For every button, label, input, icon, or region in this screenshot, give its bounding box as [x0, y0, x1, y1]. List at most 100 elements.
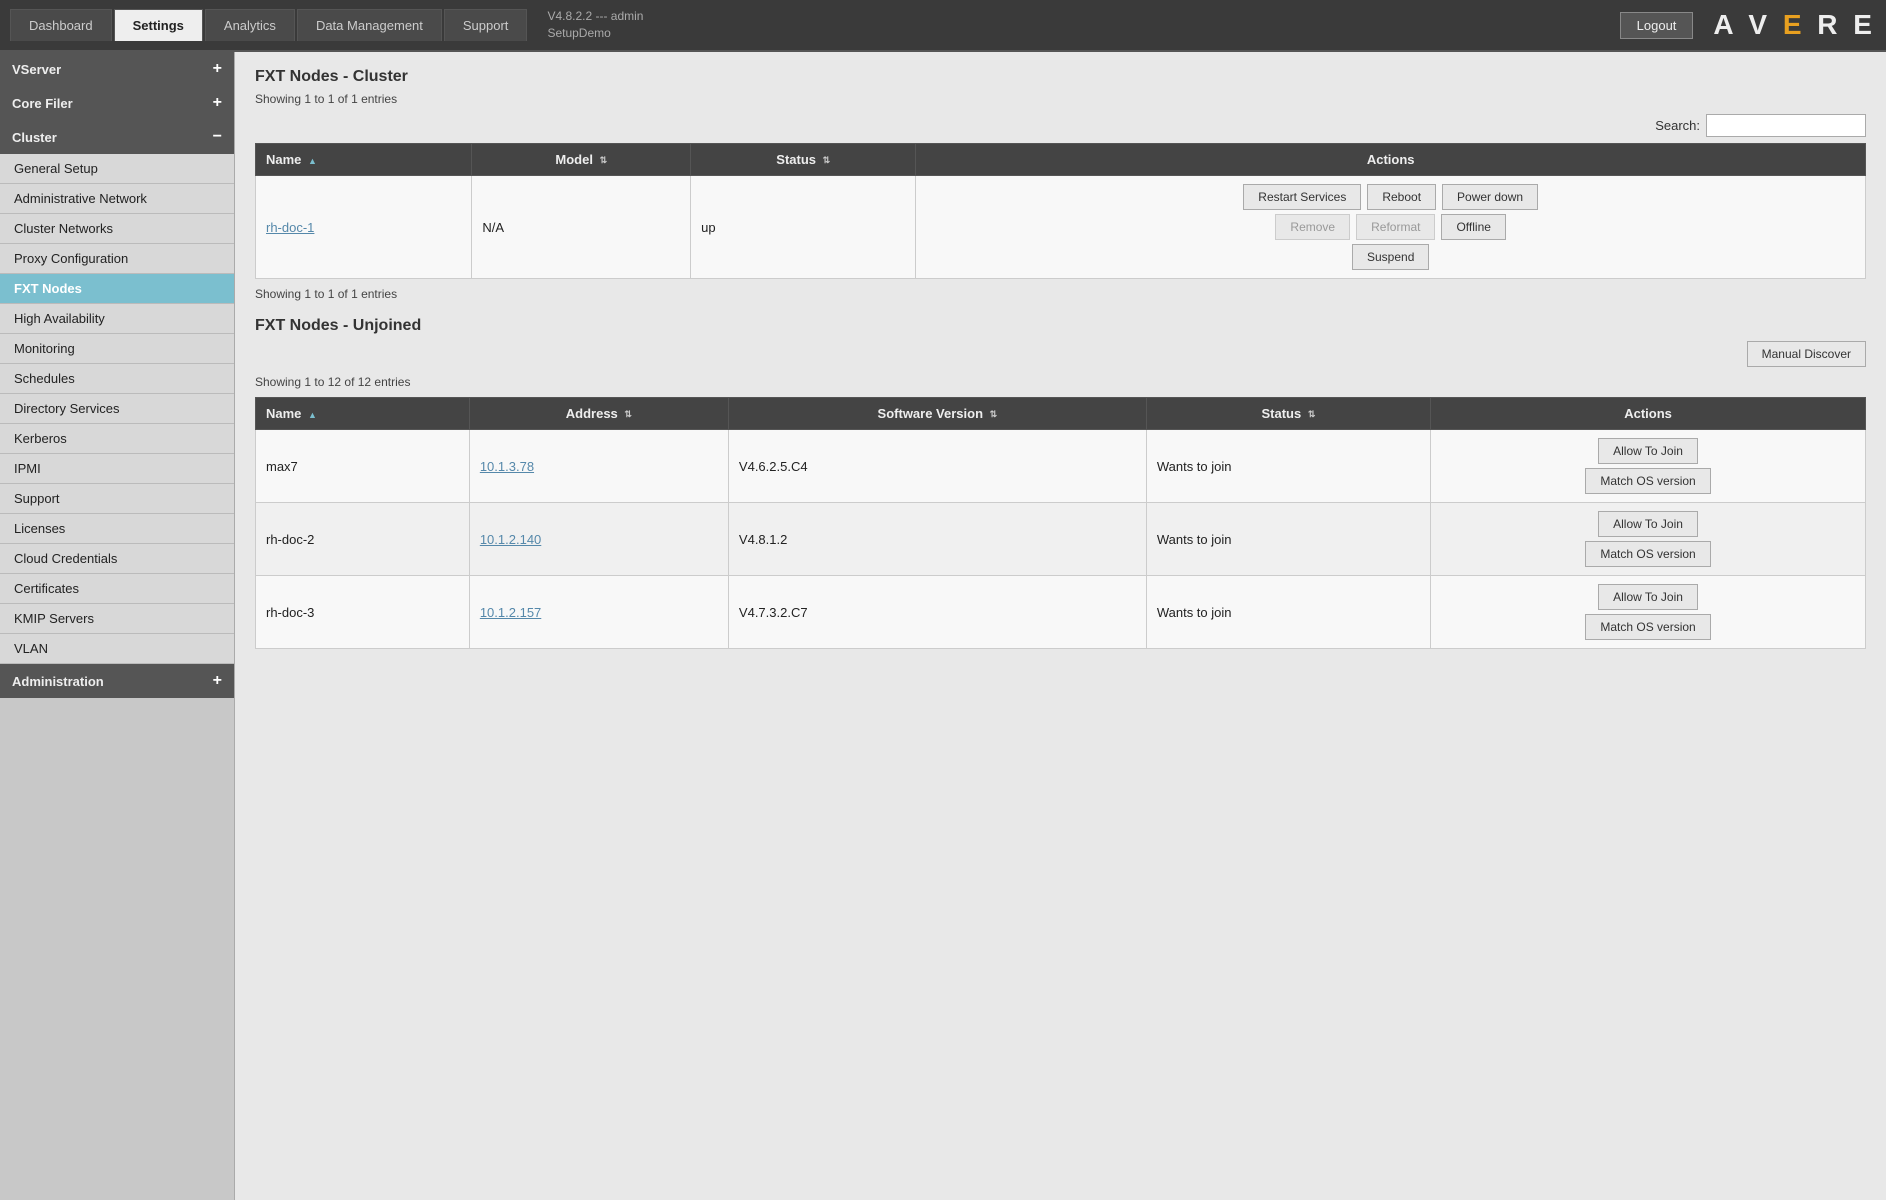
- unjoined-row-actions-2: Allow To Join Match OS version: [1431, 576, 1866, 649]
- unjoined-row-status-0: Wants to join: [1146, 430, 1430, 503]
- match-os-button-1[interactable]: Match OS version: [1585, 541, 1710, 567]
- sidebar-item-schedules[interactable]: Schedules: [0, 364, 234, 394]
- unjoined-section: FXT Nodes - Unjoined Manual Discover Sho…: [255, 317, 1866, 649]
- sidebar-item-fxt-nodes[interactable]: FXT Nodes: [0, 274, 234, 304]
- sidebar-item-proxy-configuration[interactable]: Proxy Configuration: [0, 244, 234, 274]
- unjoined-col-name: Name ▲: [256, 398, 470, 430]
- vserver-expand-icon: +: [213, 60, 222, 78]
- sidebar-item-licenses[interactable]: Licenses: [0, 514, 234, 544]
- unjoined-col-status: Status ⇅: [1146, 398, 1430, 430]
- unjoined-address-link-2[interactable]: 10.1.2.157: [480, 605, 541, 620]
- cluster-collapse-icon: −: [213, 128, 222, 146]
- unjoined-row-actions-1: Allow To Join Match OS version: [1431, 503, 1866, 576]
- remove-button[interactable]: Remove: [1275, 214, 1350, 240]
- unjoined-address-link-0[interactable]: 10.1.3.78: [480, 459, 534, 474]
- nav-tabs: Dashboard Settings Analytics Data Manage…: [10, 9, 527, 41]
- reboot-button[interactable]: Reboot: [1367, 184, 1436, 210]
- match-os-button-0[interactable]: Match OS version: [1585, 468, 1710, 494]
- vserver-label: VServer: [12, 62, 61, 77]
- unjoined-table-row: max7 10.1.3.78 V4.6.2.5.C4 Wants to join…: [256, 430, 1866, 503]
- allow-to-join-button-0[interactable]: Allow To Join: [1598, 438, 1698, 464]
- logout-button[interactable]: Logout: [1620, 12, 1694, 39]
- unjoined-row-name-0: max7: [256, 430, 470, 503]
- unjoined-row-name-1: rh-doc-2: [256, 503, 470, 576]
- sidebar-section-vserver[interactable]: VServer +: [0, 52, 234, 86]
- unjoined-row-software-1: V4.8.1.2: [728, 503, 1146, 576]
- cluster-actions-container: Restart Services Reboot Power down Remov…: [926, 184, 1855, 270]
- cluster-node-link[interactable]: rh-doc-1: [266, 220, 314, 235]
- unjoined-row-address-2: 10.1.2.157: [469, 576, 728, 649]
- sidebar-item-support[interactable]: Support: [0, 484, 234, 514]
- reformat-button[interactable]: Reformat: [1356, 214, 1435, 240]
- cluster-showing-bottom: Showing 1 to 1 of 1 entries: [255, 287, 1866, 301]
- restart-services-button[interactable]: Restart Services: [1243, 184, 1361, 210]
- unjoined-table: Name ▲ Address ⇅ Software Version ⇅ St: [255, 397, 1866, 649]
- power-down-button[interactable]: Power down: [1442, 184, 1538, 210]
- tab-analytics[interactable]: Analytics: [205, 9, 295, 41]
- administration-label: Administration: [12, 674, 104, 689]
- tab-support[interactable]: Support: [444, 9, 528, 41]
- instance-text: SetupDemo: [547, 25, 643, 42]
- cluster-col-name: Name ▲: [256, 144, 472, 176]
- unjoined-row-address-1: 10.1.2.140: [469, 503, 728, 576]
- sidebar-item-high-availability[interactable]: High Availability: [0, 304, 234, 334]
- cluster-row-model: N/A: [472, 176, 691, 279]
- suspend-button[interactable]: Suspend: [1352, 244, 1429, 270]
- sidebar-item-vlan[interactable]: VLAN: [0, 634, 234, 664]
- avere-logo: A V E R E: [1713, 9, 1876, 41]
- match-os-button-2[interactable]: Match OS version: [1585, 614, 1710, 640]
- cluster-search-row: Search:: [255, 114, 1866, 137]
- sidebar-item-certificates[interactable]: Certificates: [0, 574, 234, 604]
- sidebar-section-core-filer[interactable]: Core Filer +: [0, 86, 234, 120]
- administration-expand-icon: +: [213, 672, 222, 690]
- cluster-row-name: rh-doc-1: [256, 176, 472, 279]
- sidebar-item-kerberos[interactable]: Kerberos: [0, 424, 234, 454]
- unjoined-row-status-1: Wants to join: [1146, 503, 1430, 576]
- unjoined-showing: Showing 1 to 12 of 12 entries: [255, 375, 1866, 389]
- tab-dashboard[interactable]: Dashboard: [10, 9, 112, 41]
- version-text: V4.8.2.2 --- admin: [547, 8, 643, 25]
- unjoined-row-name-2: rh-doc-3: [256, 576, 470, 649]
- unjoined-row-software-2: V4.7.3.2.C7: [728, 576, 1146, 649]
- cluster-row-actions: Restart Services Reboot Power down Remov…: [916, 176, 1866, 279]
- manual-discover-button[interactable]: Manual Discover: [1747, 341, 1866, 367]
- tab-settings[interactable]: Settings: [114, 9, 203, 41]
- unjoined-section-title: FXT Nodes - Unjoined: [255, 317, 1866, 335]
- allow-to-join-button-2[interactable]: Allow To Join: [1598, 584, 1698, 610]
- sidebar-section-cluster[interactable]: Cluster −: [0, 120, 234, 154]
- unjoined-row-actions-0: Allow To Join Match OS version: [1431, 430, 1866, 503]
- content-area: FXT Nodes - Cluster Showing 1 to 1 of 1 …: [235, 52, 1886, 1200]
- unjoined-address-link-1[interactable]: 10.1.2.140: [480, 532, 541, 547]
- sidebar-item-ipmi[interactable]: IPMI: [0, 454, 234, 484]
- unjoined-row-status-2: Wants to join: [1146, 576, 1430, 649]
- sidebar-item-general-setup[interactable]: General Setup: [0, 154, 234, 184]
- tab-data-management[interactable]: Data Management: [297, 9, 442, 41]
- sidebar-item-cloud-credentials[interactable]: Cloud Credentials: [0, 544, 234, 574]
- cluster-section-title: FXT Nodes - Cluster: [255, 68, 1866, 86]
- version-info: V4.8.2.2 --- admin SetupDemo: [547, 8, 643, 42]
- sidebar-item-cluster-networks[interactable]: Cluster Networks: [0, 214, 234, 244]
- unjoined-row-software-0: V4.6.2.5.C4: [728, 430, 1146, 503]
- core-filer-label: Core Filer: [12, 96, 73, 111]
- unjoined-col-software: Software Version ⇅: [728, 398, 1146, 430]
- sidebar-item-administrative-network[interactable]: Administrative Network: [0, 184, 234, 214]
- sidebar-item-monitoring[interactable]: Monitoring: [0, 334, 234, 364]
- cluster-table: Name ▲ Model ⇅ Status ⇅ Actions: [255, 143, 1866, 279]
- cluster-showing-top: Showing 1 to 1 of 1 entries: [255, 92, 1866, 106]
- unjoined-table-row: rh-doc-2 10.1.2.140 V4.8.1.2 Wants to jo…: [256, 503, 1866, 576]
- cluster-search-input[interactable]: [1706, 114, 1866, 137]
- allow-to-join-button-1[interactable]: Allow To Join: [1598, 511, 1698, 537]
- offline-button[interactable]: Offline: [1441, 214, 1505, 240]
- cluster-table-row: rh-doc-1 N/A up Restart Services Reboot …: [256, 176, 1866, 279]
- cluster-actions-row-2: Remove Reformat Offline: [1275, 214, 1506, 240]
- cluster-col-model: Model ⇅: [472, 144, 691, 176]
- sidebar-item-kmip-servers[interactable]: KMIP Servers: [0, 604, 234, 634]
- unjoined-col-address: Address ⇅: [469, 398, 728, 430]
- sidebar-item-directory-services[interactable]: Directory Services: [0, 394, 234, 424]
- unjoined-actions-0: Allow To Join Match OS version: [1441, 438, 1855, 494]
- sidebar-section-administration[interactable]: Administration +: [0, 664, 234, 698]
- core-filer-expand-icon: +: [213, 94, 222, 112]
- unjoined-actions-2: Allow To Join Match OS version: [1441, 584, 1855, 640]
- cluster-col-status: Status ⇅: [691, 144, 916, 176]
- unjoined-col-actions: Actions: [1431, 398, 1866, 430]
